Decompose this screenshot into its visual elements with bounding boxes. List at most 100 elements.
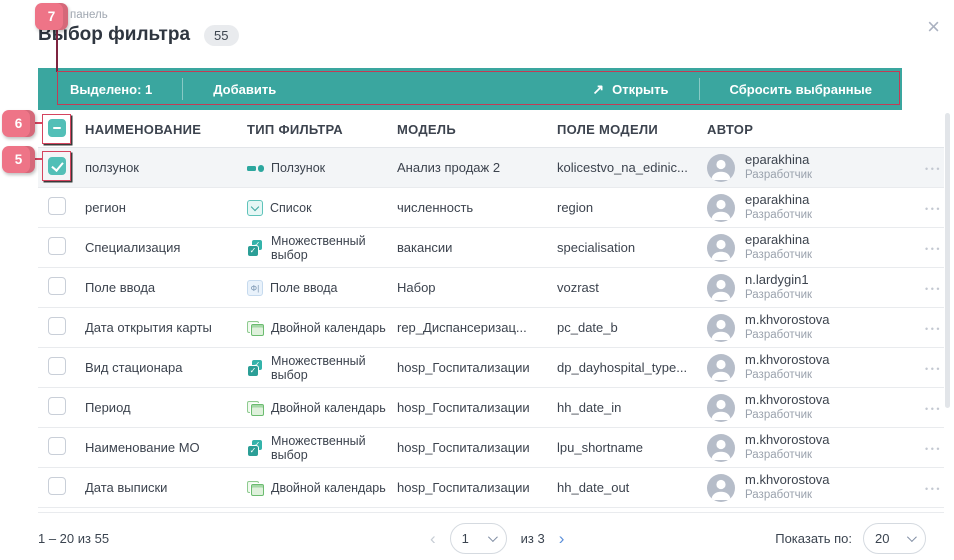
row-checkbox[interactable] xyxy=(48,357,66,375)
filter-type-icon xyxy=(247,480,264,496)
table-row[interactable]: Дата открытия карты Двойной календарь re… xyxy=(38,308,944,348)
model-field: vozrast xyxy=(557,280,707,295)
model-field: hh_date_in xyxy=(557,400,707,415)
filter-type-label: Ползунок xyxy=(271,161,325,175)
prev-page-icon[interactable]: ‹ xyxy=(430,530,436,547)
author-name: m.khvorostova xyxy=(745,472,830,488)
avatar xyxy=(707,354,735,382)
next-row-sliver xyxy=(38,508,944,513)
row-checkbox[interactable] xyxy=(48,437,66,455)
filter-name: Наименование МО xyxy=(85,440,247,455)
filter-type-label: Двойной календарь xyxy=(271,401,386,415)
author-role: Разработчик xyxy=(745,288,812,302)
model-field: region xyxy=(557,200,707,215)
model-field: dp_dayhospital_type... xyxy=(557,360,707,375)
model-name: Анализ продаж 2 xyxy=(397,160,557,175)
filter-type-label: Список xyxy=(270,201,312,215)
model-name: численность xyxy=(397,200,557,215)
author-name: m.khvorostova xyxy=(745,312,830,328)
next-page-icon[interactable]: › xyxy=(559,530,565,547)
row-checkbox[interactable] xyxy=(48,277,66,295)
filter-name: Период xyxy=(85,400,247,415)
author-name: m.khvorostova xyxy=(745,392,830,408)
filter-type-icon xyxy=(247,200,263,216)
table-row[interactable]: ползунок Ползунок Анализ продаж 2 kolice… xyxy=(38,148,944,188)
chevron-down-icon xyxy=(907,532,917,542)
annotation-box-row-checkbox xyxy=(42,151,71,181)
column-header-name: НАИМЕНОВАНИЕ xyxy=(85,122,247,137)
row-menu-icon[interactable]: ••• xyxy=(925,404,942,414)
avatar xyxy=(707,154,735,182)
row-menu-icon[interactable]: ••• xyxy=(925,244,942,254)
filter-type-icon xyxy=(247,400,264,416)
column-header-model-field: ПОЛЕ МОДЕЛИ xyxy=(557,122,707,137)
row-checkbox[interactable] xyxy=(48,477,66,495)
row-checkbox[interactable] xyxy=(48,397,66,415)
table-row[interactable]: Дата выписки Двойной календарь hosp_Госп… xyxy=(38,468,944,508)
author-role: Разработчик xyxy=(745,448,830,462)
author-name: m.khvorostova xyxy=(745,432,830,448)
author-name: n.lardygin1 xyxy=(745,272,812,288)
table-row[interactable]: Вид стационара Множественный выбор hosp_… xyxy=(38,348,944,388)
row-menu-icon[interactable]: ••• xyxy=(925,284,942,294)
filter-type-label: Двойной календарь xyxy=(271,321,386,335)
model-field: hh_date_out xyxy=(557,480,707,495)
page-size-label: Показать по: xyxy=(775,531,852,546)
table-row[interactable]: регион Список численность region eparakh… xyxy=(38,188,944,228)
dialog-header: Выбор фильтра 55 xyxy=(38,24,239,46)
model-name: вакансии xyxy=(397,240,557,255)
avatar xyxy=(707,394,735,422)
model-name: Набор xyxy=(397,280,557,295)
table-row[interactable]: Специализация Множественный выбор ваканс… xyxy=(38,228,944,268)
filter-type-label: Множественный выбор xyxy=(271,234,389,262)
filter-name: Специализация xyxy=(85,240,247,255)
page-select[interactable]: 1 xyxy=(450,523,507,554)
avatar xyxy=(707,474,735,502)
filter-type-label: Множественный выбор xyxy=(271,434,389,462)
row-menu-icon[interactable]: ••• xyxy=(925,204,942,214)
chevron-down-icon xyxy=(488,532,498,542)
row-menu-icon[interactable]: ••• xyxy=(925,164,942,174)
filter-name: регион xyxy=(85,200,247,215)
annotation-badge-7: 7 xyxy=(35,3,68,30)
row-checkbox[interactable] xyxy=(48,317,66,335)
close-icon[interactable]: × xyxy=(927,16,940,38)
row-menu-icon[interactable]: ••• xyxy=(925,364,942,374)
author-role: Разработчик xyxy=(745,208,812,222)
filter-type-icon xyxy=(247,440,264,456)
annotation-box-toolbar xyxy=(57,71,900,105)
avatar xyxy=(707,234,735,262)
avatar xyxy=(707,274,735,302)
row-menu-icon[interactable]: ••• xyxy=(925,324,942,334)
author-name: eparakhina xyxy=(745,232,812,248)
table-row[interactable]: Наименование МО Множественный выбор hosp… xyxy=(38,428,944,468)
filters-table: НАИМЕНОВАНИЕ ТИП ФИЛЬТРА МОДЕЛЬ ПОЛЕ МОД… xyxy=(38,112,944,513)
vertical-scrollbar[interactable] xyxy=(945,113,950,408)
total-count-badge: 55 xyxy=(204,25,238,46)
filter-type-label: Двойной календарь xyxy=(271,481,386,495)
row-menu-icon[interactable]: ••• xyxy=(925,444,942,454)
model-field: pc_date_b xyxy=(557,320,707,335)
filter-type-icon xyxy=(247,280,263,296)
author-role: Разработчик xyxy=(745,168,812,182)
model-field: kolicestvo_na_edinic... xyxy=(557,160,707,175)
author-role: Разработчик xyxy=(745,488,830,502)
row-checkbox[interactable] xyxy=(48,237,66,255)
filter-select-dialog: панель Выбор фильтра 55 × Выделено: 1 До… xyxy=(0,0,954,560)
row-menu-icon[interactable]: ••• xyxy=(925,484,942,494)
page-size-select[interactable]: 20 xyxy=(863,523,926,554)
range-label: 1 – 20 из 55 xyxy=(38,531,109,546)
annotation-badge-5: 5 xyxy=(2,146,35,173)
page-select-value: 1 xyxy=(462,531,469,546)
filter-type-label: Поле ввода xyxy=(270,281,337,295)
author-name: eparakhina xyxy=(745,152,812,168)
model-name: hosp_Госпитализации xyxy=(397,400,557,415)
row-checkbox[interactable] xyxy=(48,197,66,215)
filter-name: Дата выписки xyxy=(85,480,247,495)
table-row[interactable]: Период Двойной календарь hosp_Госпитализ… xyxy=(38,388,944,428)
model-name: rep_Диспансеризац... xyxy=(397,320,557,335)
model-field: lpu_shortname xyxy=(557,440,707,455)
table-row[interactable]: Поле ввода Поле ввода Набор vozrast n.la… xyxy=(38,268,944,308)
annotation-box-select-all xyxy=(42,114,71,144)
filter-type-icon xyxy=(247,360,264,376)
